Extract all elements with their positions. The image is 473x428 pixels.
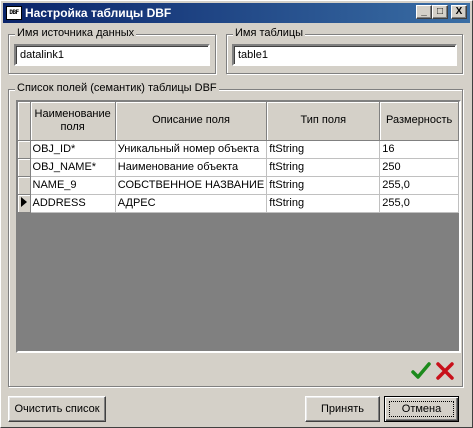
cell-description[interactable]: Наименование объекта: [115, 158, 268, 177]
check-icon[interactable]: [411, 361, 431, 381]
column-header-name[interactable]: Наименование поля: [30, 102, 116, 141]
row-indicator[interactable]: [18, 176, 31, 195]
current-row-arrow-icon: [20, 196, 27, 207]
cell-size[interactable]: 255,0: [379, 176, 459, 195]
column-header-description[interactable]: Описание поля: [115, 102, 268, 141]
close-button[interactable]: X: [451, 5, 467, 19]
fields-group-label: Список полей (семантик) таблицы DBF: [15, 82, 219, 94]
cell-field-name[interactable]: OBJ_NAME*: [30, 158, 116, 177]
dbf-app-icon: DBF: [6, 6, 22, 20]
cell-description[interactable]: СОБСТВЕННОЕ НАЗВАНИЕ: [115, 176, 268, 195]
clear-list-button[interactable]: Очистить список: [8, 396, 106, 422]
cell-type[interactable]: ftString: [266, 158, 381, 177]
table-row[interactable]: OBJ_ID* Уникальный номер объекта ftStrin…: [18, 140, 459, 159]
table-row[interactable]: ADDRESS АДРЕС ftString 255,0: [18, 194, 459, 213]
dialog-window: DBF Настройка таблицы DBF _ □ X Имя исто…: [0, 0, 473, 428]
corner-header: [18, 102, 31, 141]
row-indicator[interactable]: [18, 140, 31, 159]
table-row[interactable]: OBJ_NAME* Наименование объекта ftString …: [18, 158, 459, 177]
table-name-label: Имя таблицы: [233, 27, 306, 39]
fields-table: Наименование поля Описание поля Тип поля…: [18, 102, 459, 213]
cell-field-name[interactable]: NAME_9: [30, 176, 116, 195]
table-row[interactable]: NAME_9 СОБСТВЕННОЕ НАЗВАНИЕ ftString 255…: [18, 176, 459, 195]
column-header-type[interactable]: Тип поля: [266, 102, 381, 141]
cell-field-name[interactable]: ADDRESS: [30, 194, 116, 213]
cross-icon[interactable]: [435, 361, 455, 381]
row-indicator[interactable]: [18, 194, 31, 213]
table-name-field[interactable]: table1: [232, 44, 457, 66]
cell-type[interactable]: ftString: [266, 194, 381, 213]
datasource-field[interactable]: datalink1: [14, 44, 210, 66]
datasource-group: Имя источника данных datalink1: [8, 27, 216, 74]
datasource-label: Имя источника данных: [15, 27, 137, 39]
title-bar[interactable]: DBF Настройка таблицы DBF _ □ X: [3, 3, 470, 23]
window-title: Настройка таблицы DBF: [25, 6, 172, 20]
maximize-button[interactable]: □: [432, 5, 448, 19]
cell-type[interactable]: ftString: [266, 140, 381, 159]
accept-button[interactable]: Принять: [305, 396, 380, 422]
minimize-button[interactable]: _: [416, 5, 432, 19]
row-indicator[interactable]: [18, 158, 31, 177]
cell-description[interactable]: Уникальный номер объекта: [115, 140, 268, 159]
cell-size[interactable]: 255,0: [379, 194, 459, 213]
cell-size[interactable]: 250: [379, 158, 459, 177]
cell-type[interactable]: ftString: [266, 176, 381, 195]
clear-list-label: Очистить список: [14, 403, 100, 415]
column-header-size[interactable]: Размерность: [379, 102, 459, 141]
cell-size[interactable]: 16: [379, 140, 459, 159]
fields-grid[interactable]: Наименование поля Описание поля Тип поля…: [16, 100, 461, 353]
cell-field-name[interactable]: OBJ_ID*: [30, 140, 116, 159]
cancel-button[interactable]: Отмена: [384, 396, 459, 422]
table-name-group: Имя таблицы table1: [226, 27, 463, 74]
focus-rect: [389, 401, 454, 417]
cell-description[interactable]: АДРЕС: [115, 194, 268, 213]
accept-label: Принять: [321, 403, 364, 415]
